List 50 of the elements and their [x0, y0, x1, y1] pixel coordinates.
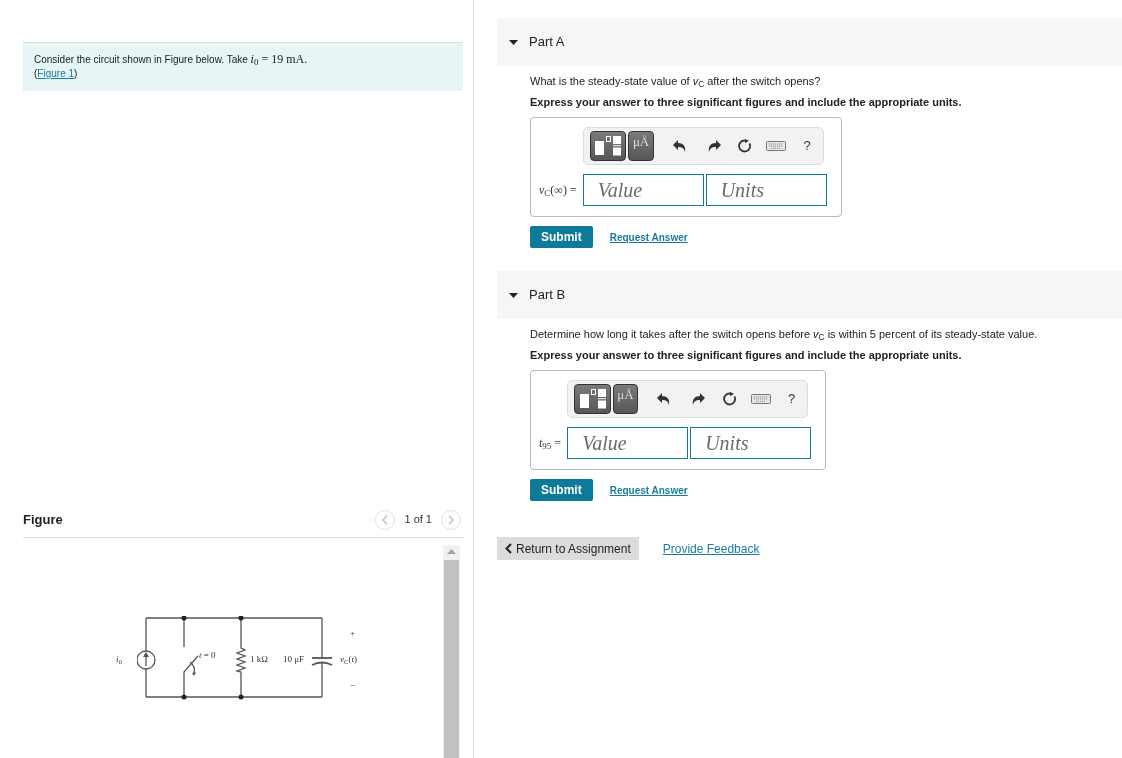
- help-button[interactable]: ?: [776, 384, 808, 414]
- templates-icon: [595, 136, 622, 156]
- instruction-text: Express your answer to three significant figures and include the appropriate units.: [530, 348, 963, 362]
- keyboard-icon: [766, 141, 787, 151]
- redo-icon: [707, 140, 721, 152]
- units-button[interactable]: μÅ: [628, 131, 654, 161]
- caret-down-icon: [509, 39, 518, 45]
- chevron-left-icon: [381, 514, 390, 525]
- chevron-right-icon: [447, 514, 455, 525]
- reset-icon: [722, 392, 737, 406]
- scrollbar-thumb[interactable]: [444, 560, 459, 758]
- chevron-left-icon: [505, 543, 512, 554]
- submit-button[interactable]: Submit: [530, 226, 593, 248]
- instruction-text: Express your answer to three significant figures and include the appropriate units.: [530, 95, 963, 109]
- capacitor-label: 10 μF: [283, 654, 305, 664]
- part-header[interactable]: Part A: [497, 18, 1122, 66]
- templates-button[interactable]: [589, 131, 627, 161]
- source-label: i$_{0}$: [116, 654, 122, 664]
- answer-label: v$_{C}$(∞) =: [539, 182, 577, 199]
- plus-sign: +: [350, 628, 356, 638]
- switch-label: t = 0: [199, 650, 216, 660]
- problem-statement: Consider the circuit shown in Figure below. Take i$_{0}$ = 19 mA. (Figure 1): [34, 52, 309, 81]
- redo-icon: [692, 393, 706, 405]
- templates-icon: [579, 389, 606, 409]
- reset-icon: [738, 139, 753, 153]
- figure-title: Figure: [23, 510, 63, 529]
- feedback-link[interactable]: Provide Feedback: [662, 539, 760, 558]
- question-text: Determine how long it takes after the switch opens before v$_{C}$ is within 5 percent of its steady-state value.: [530, 327, 1039, 341]
- value-input[interactable]: Value: [582, 174, 704, 206]
- help-button[interactable]: ?: [791, 131, 823, 161]
- voltage-label: v$_{C}$(t): [340, 654, 358, 664]
- minus-sign: −: [350, 680, 356, 690]
- undo-icon: [657, 393, 671, 405]
- return-button[interactable]: Return to Assignment: [497, 537, 639, 560]
- resistor-label: 1 kΩ: [250, 654, 268, 664]
- request-answer-link[interactable]: Request Answer: [609, 482, 688, 498]
- question-text: What is the steady-state value of v$_{C}$ after the switch opens?: [530, 74, 822, 88]
- submit-button[interactable]: Submit: [530, 479, 593, 501]
- page-indicator: 1 of 1: [404, 512, 432, 528]
- undo-icon: [672, 140, 686, 152]
- answer-label: t$_{95}$ =: [539, 435, 562, 452]
- part-header[interactable]: Part B: [497, 271, 1122, 319]
- units-input[interactable]: Units: [705, 174, 827, 206]
- caret-down-icon: [509, 292, 518, 298]
- keyboard-icon: [750, 394, 771, 404]
- request-answer-link[interactable]: Request Answer: [609, 229, 688, 245]
- templates-button[interactable]: [574, 384, 611, 414]
- units-button[interactable]: μÅ: [612, 384, 639, 414]
- value-input[interactable]: Value: [567, 427, 689, 459]
- units-input[interactable]: Units: [690, 427, 812, 459]
